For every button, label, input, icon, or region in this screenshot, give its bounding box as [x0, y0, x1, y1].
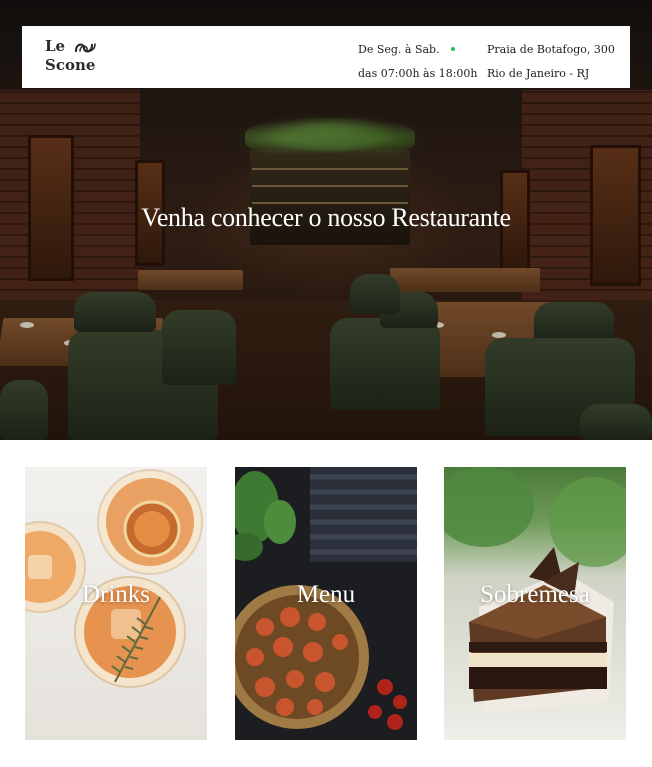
open-status-dot-icon — [451, 47, 456, 51]
address-line1: Praia de Botafogo, 300 — [487, 43, 615, 56]
card-menu-label: Menu — [296, 581, 356, 608]
logo-swirl-icon — [74, 43, 96, 53]
top-header: Le Scone De Seg. à Sab. das 07:00h às 18… — [22, 26, 630, 88]
card-dessert[interactable]: Sobremesa — [444, 467, 626, 740]
hours-days: De Seg. à Sab. — [358, 43, 440, 56]
card-drinks-label: Drinks — [81, 581, 151, 608]
opening-hours: De Seg. à Sab. das 07:00h às 18:00h — [358, 38, 478, 86]
card-drinks[interactable]: Drinks — [25, 467, 207, 740]
card-dessert-label: Sobremesa — [480, 581, 590, 608]
address-line2: Rio de Janeiro - RJ — [487, 67, 590, 80]
hero-title: Venha conhecer o nosso Restaurante — [141, 203, 511, 232]
card-menu[interactable]: Menu — [235, 467, 417, 740]
address: Praia de Botafogo, 300 Rio de Janeiro - … — [487, 38, 615, 86]
hours-time: das 07:00h às 18:00h — [358, 67, 478, 80]
logo[interactable]: Le Scone — [45, 37, 96, 75]
logo-text-line2: Scone — [45, 56, 96, 74]
